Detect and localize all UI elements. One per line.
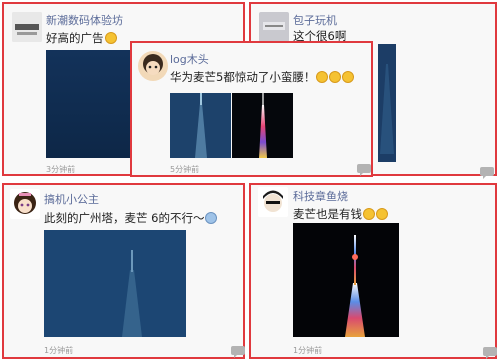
avatar[interactable]: [138, 51, 168, 81]
post-text-content: 此刻的广州塔，麦芒 6的不行～: [44, 211, 205, 225]
tower-photo[interactable]: [44, 230, 186, 337]
smiley-emoji-icon: [104, 32, 117, 44]
username[interactable]: 新潮数码体验坊: [46, 12, 123, 28]
post-text-content: 麦芒也是有钱: [293, 207, 362, 221]
avatar[interactable]: [12, 12, 42, 42]
tower-photo[interactable]: [378, 44, 396, 162]
post-card: log木头 华为麦芒5都惊动了小蛮腰！ 5分钟前: [130, 41, 373, 177]
comment-icon[interactable]: [480, 167, 494, 179]
tower-photo[interactable]: [46, 50, 132, 158]
username[interactable]: log木头: [170, 51, 209, 67]
tower-photo[interactable]: [293, 223, 399, 337]
post-text: 好高的广告: [46, 30, 117, 46]
smiley-emoji-icon: [376, 208, 388, 220]
comment-icon[interactable]: [231, 346, 245, 358]
comment-icon[interactable]: [357, 164, 371, 176]
post-card: 科技章鱼烧 麦芒也是有钱 1分钟前: [249, 183, 497, 359]
post-text: 华为麦芒5都惊动了小蛮腰！: [170, 69, 355, 85]
tower-photo[interactable]: [232, 93, 293, 158]
timestamp: 1分钟前: [44, 346, 74, 355]
username[interactable]: 包子玩机: [293, 12, 337, 28]
comment-icon[interactable]: [483, 347, 497, 359]
grin-emoji-icon: [342, 71, 355, 83]
timestamp: 1分钟前: [293, 346, 323, 355]
avatar[interactable]: [10, 189, 40, 219]
avatar[interactable]: [259, 12, 289, 42]
tower-photo[interactable]: [170, 93, 231, 158]
username[interactable]: 科技章鱼烧: [293, 188, 348, 204]
avatar[interactable]: [258, 187, 288, 217]
grin-emoji-icon: [316, 71, 329, 83]
username[interactable]: 搞机小公主: [44, 191, 99, 207]
grin-emoji-icon: [329, 71, 342, 83]
post-text-content: 好高的广告: [46, 31, 104, 45]
smiley-emoji-icon: [363, 208, 375, 220]
timestamp: 3分钟前: [46, 165, 76, 174]
post-text-content: 华为麦芒5都惊动了小蛮腰！: [170, 70, 316, 84]
post-card: 搞机小公主 此刻的广州塔，麦芒 6的不行～ 1分钟前: [2, 183, 245, 359]
post-text: 此刻的广州塔，麦芒 6的不行～: [44, 210, 218, 226]
scream-emoji-icon: [205, 212, 218, 224]
post-text: 麦芒也是有钱: [293, 206, 388, 222]
timestamp: 5分钟前: [170, 165, 200, 174]
